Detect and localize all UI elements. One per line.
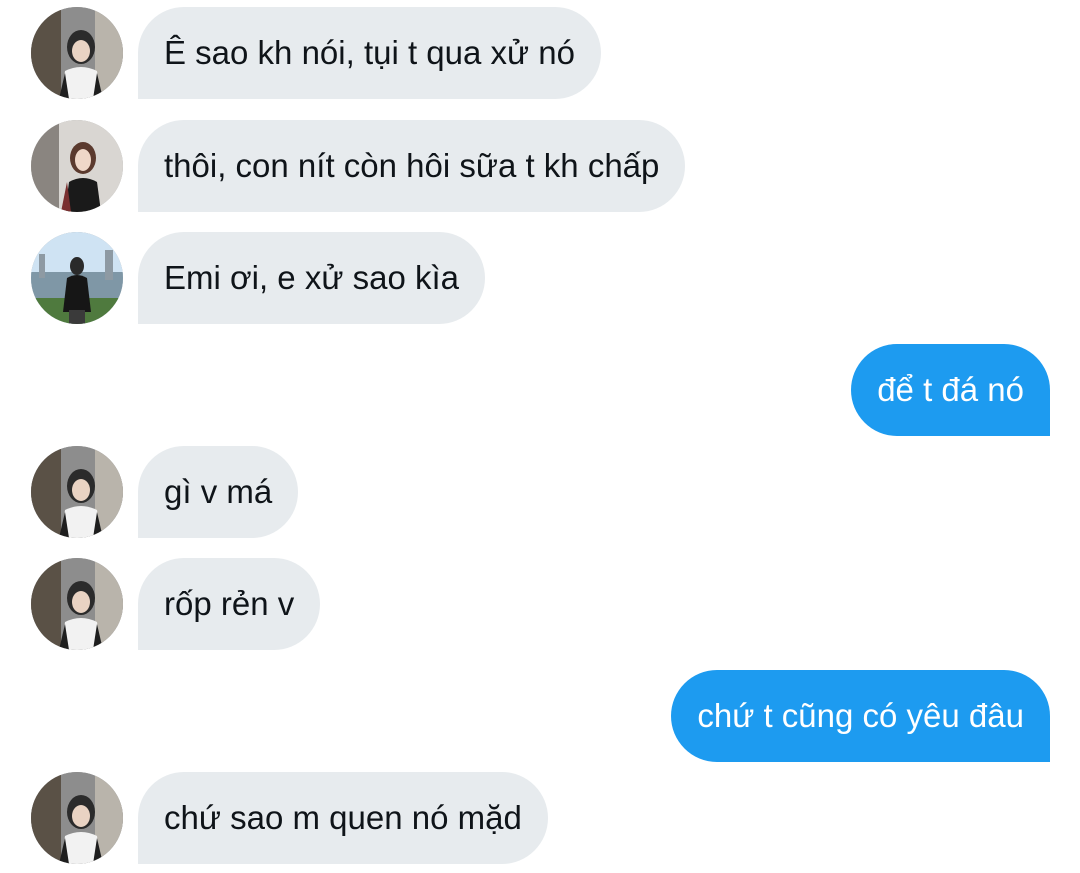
- message-bubble-incoming[interactable]: rốp rẻn v: [138, 558, 321, 650]
- message-row: chứ sao m quen nó mặd: [0, 772, 1080, 864]
- message-row: để t đá nó: [0, 344, 1080, 436]
- message-bubble-outgoing[interactable]: chứ t cũng có yêu đâu: [671, 670, 1050, 762]
- message-bubble-incoming[interactable]: Ê sao kh nói, tụi t qua xử nó: [138, 7, 602, 99]
- avatar-photo-icon: [31, 120, 123, 212]
- dm-conversation: { "messages": [ {"direction": "incoming"…: [0, 0, 1080, 873]
- avatar-photo-icon: [31, 7, 123, 99]
- avatar-photo-icon: [31, 558, 123, 650]
- sender-avatar[interactable]: [31, 120, 123, 212]
- message-bubble-incoming[interactable]: chứ sao m quen nó mặd: [138, 772, 548, 864]
- message-bubble-incoming[interactable]: gì v má: [138, 446, 299, 538]
- message-bubble-outgoing[interactable]: để t đá nó: [851, 344, 1050, 436]
- avatar-photo-icon: [31, 446, 123, 538]
- sender-avatar[interactable]: [31, 772, 123, 864]
- avatar-photo-icon: [31, 232, 123, 324]
- message-row: Ê sao kh nói, tụi t qua xử nó: [0, 7, 1080, 99]
- sender-avatar[interactable]: [31, 7, 123, 99]
- sender-avatar[interactable]: [31, 232, 123, 324]
- message-row: chứ t cũng có yêu đâu: [0, 670, 1080, 762]
- sender-avatar[interactable]: [31, 558, 123, 650]
- message-row: Emi ơi, e xử sao kìa: [0, 232, 1080, 324]
- message-row: rốp rẻn v: [0, 558, 1080, 650]
- message-row: gì v má: [0, 446, 1080, 538]
- message-bubble-incoming[interactable]: thôi, con nít còn hôi sữa t kh chấp: [138, 120, 686, 212]
- avatar-photo-icon: [31, 772, 123, 864]
- message-row: thôi, con nít còn hôi sữa t kh chấp: [0, 120, 1080, 212]
- message-bubble-incoming[interactable]: Emi ơi, e xử sao kìa: [138, 232, 485, 324]
- sender-avatar[interactable]: [31, 446, 123, 538]
